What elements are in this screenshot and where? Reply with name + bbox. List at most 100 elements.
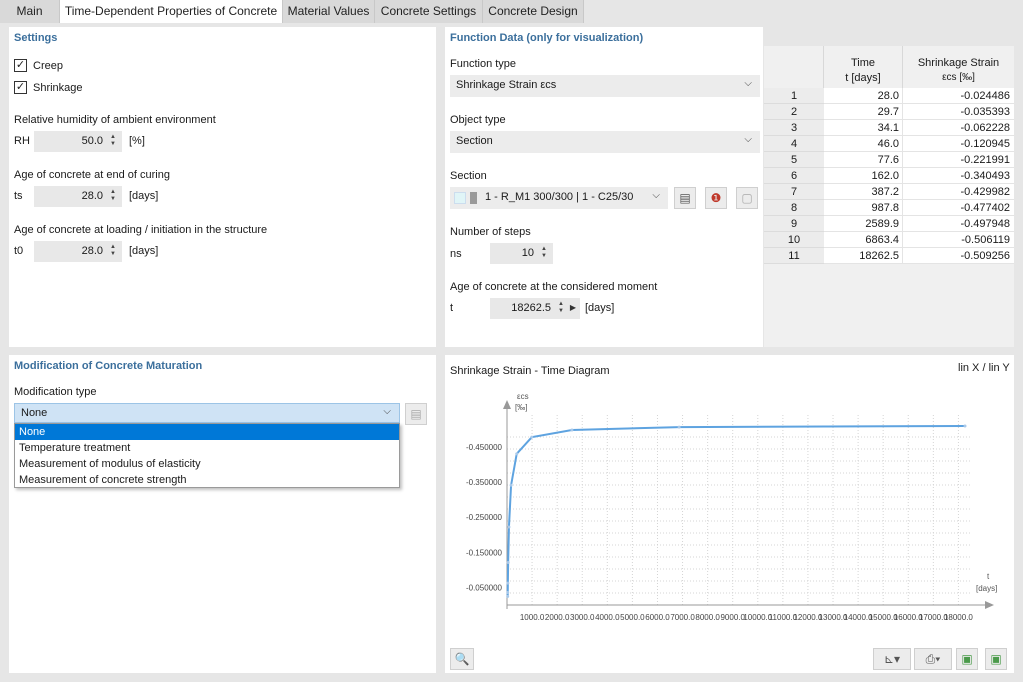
age-value: 18262.5 <box>511 302 551 314</box>
chevron-down-icon: ⌵ <box>744 134 752 145</box>
table-row[interactable]: 3 34.1 -0.062228 <box>764 120 1014 136</box>
strain-cell[interactable]: -0.024486 <box>903 88 1014 104</box>
option-concrete-strength[interactable]: Measurement of concrete strength <box>15 472 399 488</box>
table-row[interactable]: 1 28.0 -0.024486 <box>764 88 1014 104</box>
option-none[interactable]: None <box>15 424 399 440</box>
data-point <box>506 581 510 585</box>
strain-cell[interactable]: -0.477402 <box>903 200 1014 216</box>
time-cell[interactable]: 29.7 <box>824 104 903 120</box>
spin-arrows-icon[interactable]: ▲ ▼ <box>109 134 117 148</box>
table-corner <box>764 46 824 88</box>
x-tick-label: 3000.0 <box>570 613 595 622</box>
section-info-icon[interactable]: ❶ <box>705 187 727 209</box>
y-axis-arrow-icon <box>503 400 511 409</box>
data-point <box>515 452 519 456</box>
ts-symbol: ts <box>14 190 23 202</box>
section-select[interactable]: 1 - R_M1 300/300 | 1 - C25/30 ⌵ <box>450 187 668 209</box>
data-point <box>507 525 511 529</box>
table-row[interactable]: 11 18262.5 -0.509256 <box>764 248 1014 264</box>
table-row[interactable]: 4 46.0 -0.120945 <box>764 136 1014 152</box>
steps-label: Number of steps <box>450 226 531 238</box>
table-row[interactable]: 9 2589.9 -0.497948 <box>764 216 1014 232</box>
strain-cell[interactable]: -0.340493 <box>903 168 1014 184</box>
x-axis-arrow-icon <box>985 601 994 609</box>
y-tick-label: -0.150000 <box>466 548 503 557</box>
tab-material-values[interactable]: Material Values <box>283 0 375 23</box>
strain-cell[interactable]: -0.120945 <box>903 136 1014 152</box>
zoom-icon[interactable]: 🔍 <box>450 648 474 670</box>
x-tick-label: 5000.0 <box>620 613 645 622</box>
time-cell[interactable]: 387.2 <box>824 184 903 200</box>
spin-arrows-icon[interactable]: ▲ ▼ <box>109 189 117 203</box>
tab-time-dependent-properties[interactable]: Time-Dependent Properties of Concrete <box>60 0 283 23</box>
table-row[interactable]: 8 987.8 -0.477402 <box>764 200 1014 216</box>
x-tick-label: 2000.0 <box>545 613 570 622</box>
section-edit-icon[interactable]: ▤ <box>674 187 696 209</box>
x-tick-label: 7000.0 <box>670 613 695 622</box>
time-cell[interactable]: 46.0 <box>824 136 903 152</box>
t0-value: 28.0 <box>81 245 103 257</box>
spin-arrows-icon[interactable]: ▲ ▼ <box>109 244 117 258</box>
option-modulus-of-elasticity[interactable]: Measurement of modulus of elasticity <box>15 456 399 472</box>
age-label: Age of concrete at the considered moment <box>450 281 658 293</box>
export-all-icon[interactable]: ▣ <box>985 648 1007 670</box>
strain-cell[interactable]: -0.221991 <box>903 152 1014 168</box>
modification-type-list: None Temperature treatment Measurement o… <box>14 423 400 488</box>
x-axis-unit: [days] <box>976 584 997 593</box>
export-icon[interactable]: ▣ <box>956 648 978 670</box>
strain-cell[interactable]: -0.497948 <box>903 216 1014 232</box>
table-row[interactable]: 10 6863.4 -0.506119 <box>764 232 1014 248</box>
axis-settings-icon[interactable]: ⊾▾ <box>873 648 911 670</box>
x-tick-label: 8000.0 <box>695 613 720 622</box>
time-cell[interactable]: 34.1 <box>824 120 903 136</box>
section-new-icon[interactable]: ▢ <box>736 187 758 209</box>
play-icon[interactable]: ▶ <box>570 303 576 312</box>
age-input[interactable]: 18262.5 ▲ ▼ ▶ <box>490 298 580 319</box>
tab-main[interactable]: Main <box>0 0 60 23</box>
data-point <box>506 594 510 598</box>
shrinkage-checkbox[interactable]: ✓ <box>14 81 27 94</box>
y-tick-label: -0.450000 <box>466 443 503 452</box>
time-cell[interactable]: 18262.5 <box>824 248 903 264</box>
option-temperature-treatment[interactable]: Temperature treatment <box>15 440 399 456</box>
data-point <box>963 424 967 428</box>
time-cell[interactable]: 6863.4 <box>824 232 903 248</box>
time-cell[interactable]: 2589.9 <box>824 216 903 232</box>
steps-input[interactable]: 10 ▲ ▼ <box>490 243 553 264</box>
spin-arrows-icon[interactable]: ▲ ▼ <box>540 246 548 260</box>
object-type-label: Object type <box>450 114 506 126</box>
table-row[interactable]: 2 29.7 -0.035393 <box>764 104 1014 120</box>
table-row[interactable]: 5 77.6 -0.221991 <box>764 152 1014 168</box>
function-type-select[interactable]: Shrinkage Strain εcs ⌵ <box>450 75 760 97</box>
modification-type-value: None <box>21 407 48 419</box>
strain-cell[interactable]: -0.062228 <box>903 120 1014 136</box>
t0-symbol: t0 <box>14 245 24 257</box>
data-point <box>570 428 574 432</box>
time-cell[interactable]: 77.6 <box>824 152 903 168</box>
modification-edit-icon[interactable]: ▤ <box>405 403 427 425</box>
ts-input[interactable]: 28.0 ▲ ▼ <box>34 186 122 207</box>
section-color-swatch <box>454 192 466 204</box>
time-cell[interactable]: 28.0 <box>824 88 903 104</box>
creep-checkbox[interactable]: ✓ <box>14 59 27 72</box>
strain-cell[interactable]: -0.509256 <box>903 248 1014 264</box>
tab-concrete-design[interactable]: Concrete Design <box>483 0 584 23</box>
time-cell[interactable]: 987.8 <box>824 200 903 216</box>
table-row[interactable]: 7 387.2 -0.429982 <box>764 184 1014 200</box>
strain-cell[interactable]: -0.429982 <box>903 184 1014 200</box>
strain-header-label: Shrinkage Strain <box>917 57 1000 69</box>
rh-input[interactable]: 50.0 ▲ ▼ <box>34 131 122 152</box>
x-tick-label: 18000.0 <box>944 613 973 622</box>
object-type-select[interactable]: Section ⌵ <box>450 131 760 153</box>
strain-cell[interactable]: -0.035393 <box>903 104 1014 120</box>
data-point <box>509 483 513 487</box>
modification-type-select[interactable]: None ⌵ <box>14 403 400 423</box>
tab-concrete-settings[interactable]: Concrete Settings <box>375 0 483 23</box>
row-number: 6 <box>764 168 824 184</box>
time-cell[interactable]: 162.0 <box>824 168 903 184</box>
table-row[interactable]: 6 162.0 -0.340493 <box>764 168 1014 184</box>
t0-input[interactable]: 28.0 ▲ ▼ <box>34 241 122 262</box>
spin-arrows-icon[interactable]: ▲ ▼ <box>557 301 565 315</box>
strain-cell[interactable]: -0.506119 <box>903 232 1014 248</box>
print-icon[interactable]: ⎙▾ <box>914 648 952 670</box>
